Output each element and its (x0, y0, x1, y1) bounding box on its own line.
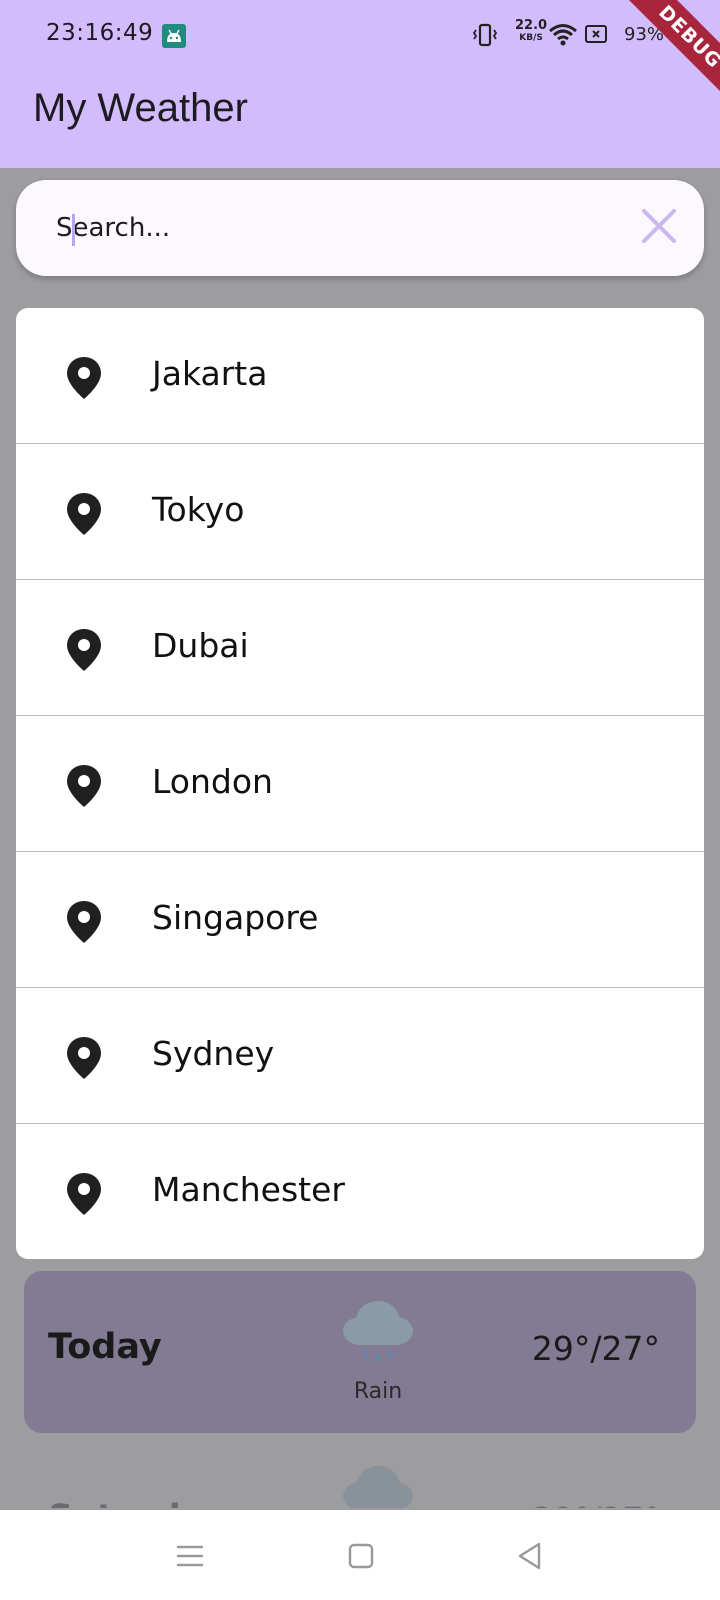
app-bar: 23:16:49 22.0 KB/S 93% My Weather DEBUG (0, 0, 720, 168)
rain-cloud-icon (343, 1466, 413, 1508)
system-navigation-bar (0, 1510, 720, 1600)
list-item[interactable]: London (16, 716, 704, 852)
location-pin-icon (67, 1173, 101, 1215)
forecast-day: Today (48, 1327, 162, 1367)
network-speed: 22.0 KB/S (515, 18, 548, 44)
list-item[interactable]: Jakarta (16, 308, 704, 444)
android-notification-icon (162, 24, 186, 48)
back-icon (518, 1542, 541, 1570)
menu-icon (176, 1545, 204, 1567)
list-item[interactable]: Tokyo (16, 444, 704, 580)
location-pin-icon (67, 493, 101, 535)
forecast-temperature: 29°/27° (532, 1500, 660, 1508)
location-suggestion-list: Jakarta Tokyo Dubai London Singapore Syd… (16, 308, 704, 1259)
location-pin-icon (67, 765, 101, 807)
list-item-label: Tokyo (152, 490, 245, 529)
forecast-card-today[interactable]: Today Rain 29°/27° (24, 1271, 696, 1433)
location-pin-icon (67, 357, 101, 399)
list-item-label: Manchester (152, 1170, 345, 1209)
home-button[interactable] (337, 1532, 385, 1580)
forecast-day: Saturday (48, 1498, 226, 1508)
back-button[interactable] (506, 1532, 554, 1580)
list-item[interactable]: Singapore (16, 852, 704, 988)
list-item-label: Dubai (152, 626, 249, 665)
network-speed-unit: KB/S (519, 33, 543, 43)
location-pin-icon (67, 901, 101, 943)
location-pin-icon (67, 629, 101, 671)
search-input[interactable] (56, 204, 596, 252)
forecast-temperature: 29°/27° (531, 1329, 660, 1368)
list-item-label: Jakarta (152, 354, 268, 393)
list-item-label: Singapore (152, 898, 319, 937)
wifi-icon (548, 22, 578, 52)
list-item[interactable]: Dubai (16, 580, 704, 716)
battery-saver-icon (584, 22, 610, 50)
list-item-label: London (152, 762, 273, 801)
recent-apps-button[interactable] (166, 1532, 214, 1580)
app-title: My Weather (33, 86, 248, 130)
forecast-card-saturday[interactable]: Saturday 29°/27° (24, 1438, 696, 1508)
status-time: 23:16:49 (46, 20, 154, 46)
location-pin-icon (67, 1037, 101, 1079)
close-icon (642, 209, 676, 243)
list-item[interactable]: Sydney (16, 988, 704, 1124)
list-item[interactable]: Manchester (16, 1124, 704, 1259)
list-item-label: Sydney (152, 1034, 275, 1073)
network-speed-value: 22.0 (515, 18, 548, 33)
search-bar[interactable] (16, 180, 704, 276)
forecast-condition: Rain (353, 1379, 403, 1404)
status-bar: 23:16:49 22.0 KB/S 93% (0, 14, 720, 58)
rain-cloud-icon (343, 1301, 413, 1362)
vibrate-icon (472, 22, 498, 52)
home-icon (348, 1543, 374, 1569)
clear-search-button[interactable] (631, 198, 687, 254)
text-cursor (72, 214, 75, 246)
